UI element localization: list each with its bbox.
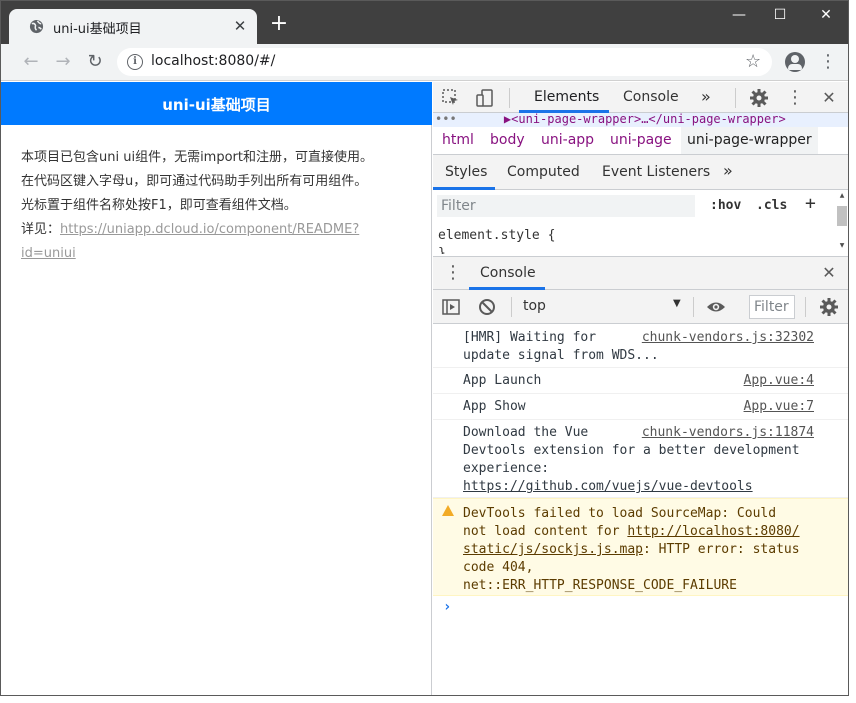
- bookmark-star-icon[interactable]: ☆: [745, 51, 761, 72]
- tab-event-listeners[interactable]: Event Listeners: [602, 164, 710, 180]
- scroll-up-icon[interactable]: ▲: [837, 192, 847, 199]
- dom-tree-line[interactable]: ••• ▶<uni-page-wrapper>…</uni-page-wrapp…: [433, 113, 848, 127]
- warning-line-3: static/js/sockjs.js.map: HTTP error: sta…: [463, 542, 800, 557]
- kebab-menu-icon[interactable]: ⋮: [785, 88, 805, 108]
- new-tab-button[interactable]: +: [269, 13, 289, 35]
- console-message: App Launch App.vue:4: [433, 368, 848, 394]
- maximize-button[interactable]: ☐: [765, 7, 795, 27]
- sourcemap-link-cont[interactable]: static/js/sockjs.js.map: [463, 542, 643, 557]
- forward-icon[interactable]: →: [53, 52, 73, 72]
- cls-toggle[interactable]: .cls: [756, 198, 787, 213]
- info-icon[interactable]: i: [127, 54, 143, 70]
- console-filter-input[interactable]: Filter: [749, 295, 795, 319]
- message-text: App Launch: [463, 373, 542, 388]
- intro-line-2: 在代码区键入字母u，即可通过代码助手列出所有可用组件。: [21, 174, 368, 189]
- page-viewport: uni-ui基础项目 本项目已包含uni ui组件，无需import和注册，可直…: [1, 82, 432, 695]
- detail-line: 详见：https://uniapp.dcloud.io/component/RE…: [21, 218, 416, 242]
- devtools-tabbar: Elements Console » ⋮ ✕: [433, 82, 848, 113]
- tab-computed[interactable]: Computed: [507, 164, 580, 180]
- devtools-panel: Elements Console » ⋮ ✕ ••• ▶<uni-page-wr…: [433, 82, 848, 695]
- profile-icon[interactable]: [785, 52, 805, 72]
- warning-line-1: DevTools failed to load SourceMap: Could: [463, 506, 777, 521]
- styles-filter-input[interactable]: Filter: [437, 195, 695, 217]
- sourcemap-link[interactable]: http://localhost:8080/: [627, 524, 799, 539]
- new-style-rule-icon[interactable]: +: [805, 193, 816, 214]
- hov-toggle[interactable]: :hov: [710, 198, 741, 213]
- element-style-rule[interactable]: element.style {: [438, 228, 555, 243]
- styles-scrollbar[interactable]: [837, 206, 847, 226]
- drawer-tab-console[interactable]: Console: [480, 265, 536, 281]
- gear-icon[interactable]: [749, 88, 769, 108]
- crumb-uni-page[interactable]: uni-page: [610, 132, 672, 148]
- intro-line-3: 光标置于组件名称处按F1，即可查看组件文档。: [21, 198, 297, 213]
- reload-icon[interactable]: ↻: [85, 52, 105, 72]
- more-tabs-icon[interactable]: »: [701, 87, 711, 106]
- console-settings-icon[interactable]: [819, 297, 839, 317]
- warning-line-2: not load content for http://localhost:80…: [463, 524, 800, 539]
- message-source-link[interactable]: App.vue:4: [744, 372, 814, 390]
- crumb-html[interactable]: html: [442, 132, 474, 148]
- tab-styles[interactable]: Styles: [445, 164, 487, 180]
- console-messages: [HMR] Waiting for update signal from WDS…: [433, 324, 848, 695]
- back-icon[interactable]: ←: [21, 52, 41, 72]
- styles-filter-row: Filter :hov .cls +: [433, 190, 848, 222]
- crumb-uni-app[interactable]: uni-app: [541, 132, 594, 148]
- drawer-menu-icon[interactable]: ⋮: [443, 263, 463, 283]
- warning-icon: [442, 505, 454, 516]
- context-selector[interactable]: top: [523, 298, 546, 314]
- message-source-link[interactable]: chunk-vendors.js:11874: [642, 424, 814, 442]
- browser-menu-icon[interactable]: ⋮: [819, 52, 837, 72]
- scroll-down-icon[interactable]: ▼: [837, 242, 847, 249]
- detail-prefix: 详见：: [21, 222, 61, 237]
- console-message: Download the Vue Devtools extension for …: [433, 420, 848, 498]
- title-bar: uni-ui基础项目 ✕ + — ☐ ✕: [1, 1, 848, 44]
- sidebar-toggle-icon[interactable]: [441, 297, 461, 317]
- console-drawer-header: ⋮ Console ✕: [433, 256, 848, 290]
- device-toolbar-icon[interactable]: [475, 88, 495, 108]
- tab-elements[interactable]: Elements: [534, 89, 599, 105]
- crumb-body[interactable]: body: [490, 132, 525, 148]
- page-title: uni-ui基础项目: [162, 96, 271, 114]
- browser-tab[interactable]: uni-ui基础项目 ✕: [9, 9, 257, 44]
- console-prompt[interactable]: ›: [443, 599, 451, 615]
- console-message: [HMR] Waiting for update signal from WDS…: [433, 324, 848, 368]
- url-text[interactable]: localhost:8080/#/: [151, 53, 275, 69]
- docs-link[interactable]: https://uniapp.dcloud.io/component/READM…: [60, 222, 359, 237]
- more-style-tabs-icon[interactable]: »: [723, 161, 733, 180]
- console-message: App Show App.vue:7: [433, 394, 848, 420]
- close-tab-icon[interactable]: ✕: [231, 17, 249, 35]
- minimize-button[interactable]: —: [724, 7, 754, 27]
- address-bar[interactable]: i localhost:8080/#/ ☆: [117, 48, 772, 76]
- crumb-uni-page-wrapper[interactable]: uni-page-wrapper: [681, 127, 818, 154]
- tab-title: uni-ui基础项目: [53, 22, 142, 37]
- message-text: App Show: [463, 399, 526, 414]
- globe-icon: [29, 19, 44, 34]
- browser-window: uni-ui基础项目 ✕ + — ☐ ✕ ← → ↻ i localhost:8…: [0, 0, 849, 696]
- warning-line-4: code 404,: [463, 560, 534, 575]
- console-warning: DevTools failed to load SourceMap: Could…: [433, 498, 848, 596]
- tab-console[interactable]: Console: [623, 89, 679, 105]
- styles-tabbar: Styles Computed Event Listeners »: [433, 155, 848, 190]
- message-text: [HMR] Waiting for update signal from WDS…: [463, 330, 659, 363]
- inspect-element-icon[interactable]: [441, 88, 461, 108]
- intro-text: 本项目已包含uni ui组件，无需import和注册，可直接使用。 在代码区键入…: [21, 146, 416, 266]
- close-drawer-icon[interactable]: ✕: [819, 263, 839, 283]
- chevron-down-icon[interactable]: ▼: [673, 298, 681, 309]
- browser-toolbar: ← → ↻ i localhost:8080/#/ ☆ ⋮: [1, 44, 848, 81]
- intro-line-1: 本项目已包含uni ui组件，无需import和注册，可直接使用。: [21, 150, 373, 165]
- breadcrumb: html body uni-app uni-page uni-page-wrap…: [433, 127, 848, 155]
- app-navbar: uni-ui基础项目: [1, 82, 432, 125]
- clear-console-icon[interactable]: [477, 297, 497, 317]
- message-link[interactable]: https://github.com/vuejs/vue-devtools: [463, 478, 753, 496]
- warning-line-5: net::ERR_HTTP_RESPONSE_CODE_FAILURE: [463, 578, 737, 593]
- console-toolbar: top ▼ Filter: [433, 290, 848, 324]
- docs-link-cont[interactable]: id=uniui: [21, 246, 76, 261]
- eye-icon[interactable]: [706, 297, 726, 317]
- close-window-button[interactable]: ✕: [811, 7, 841, 27]
- close-devtools-icon[interactable]: ✕: [819, 88, 839, 108]
- message-source-link[interactable]: chunk-vendors.js:32302: [642, 329, 814, 347]
- element-style-brace: }: [438, 246, 446, 254]
- message-source-link[interactable]: App.vue:7: [744, 398, 814, 416]
